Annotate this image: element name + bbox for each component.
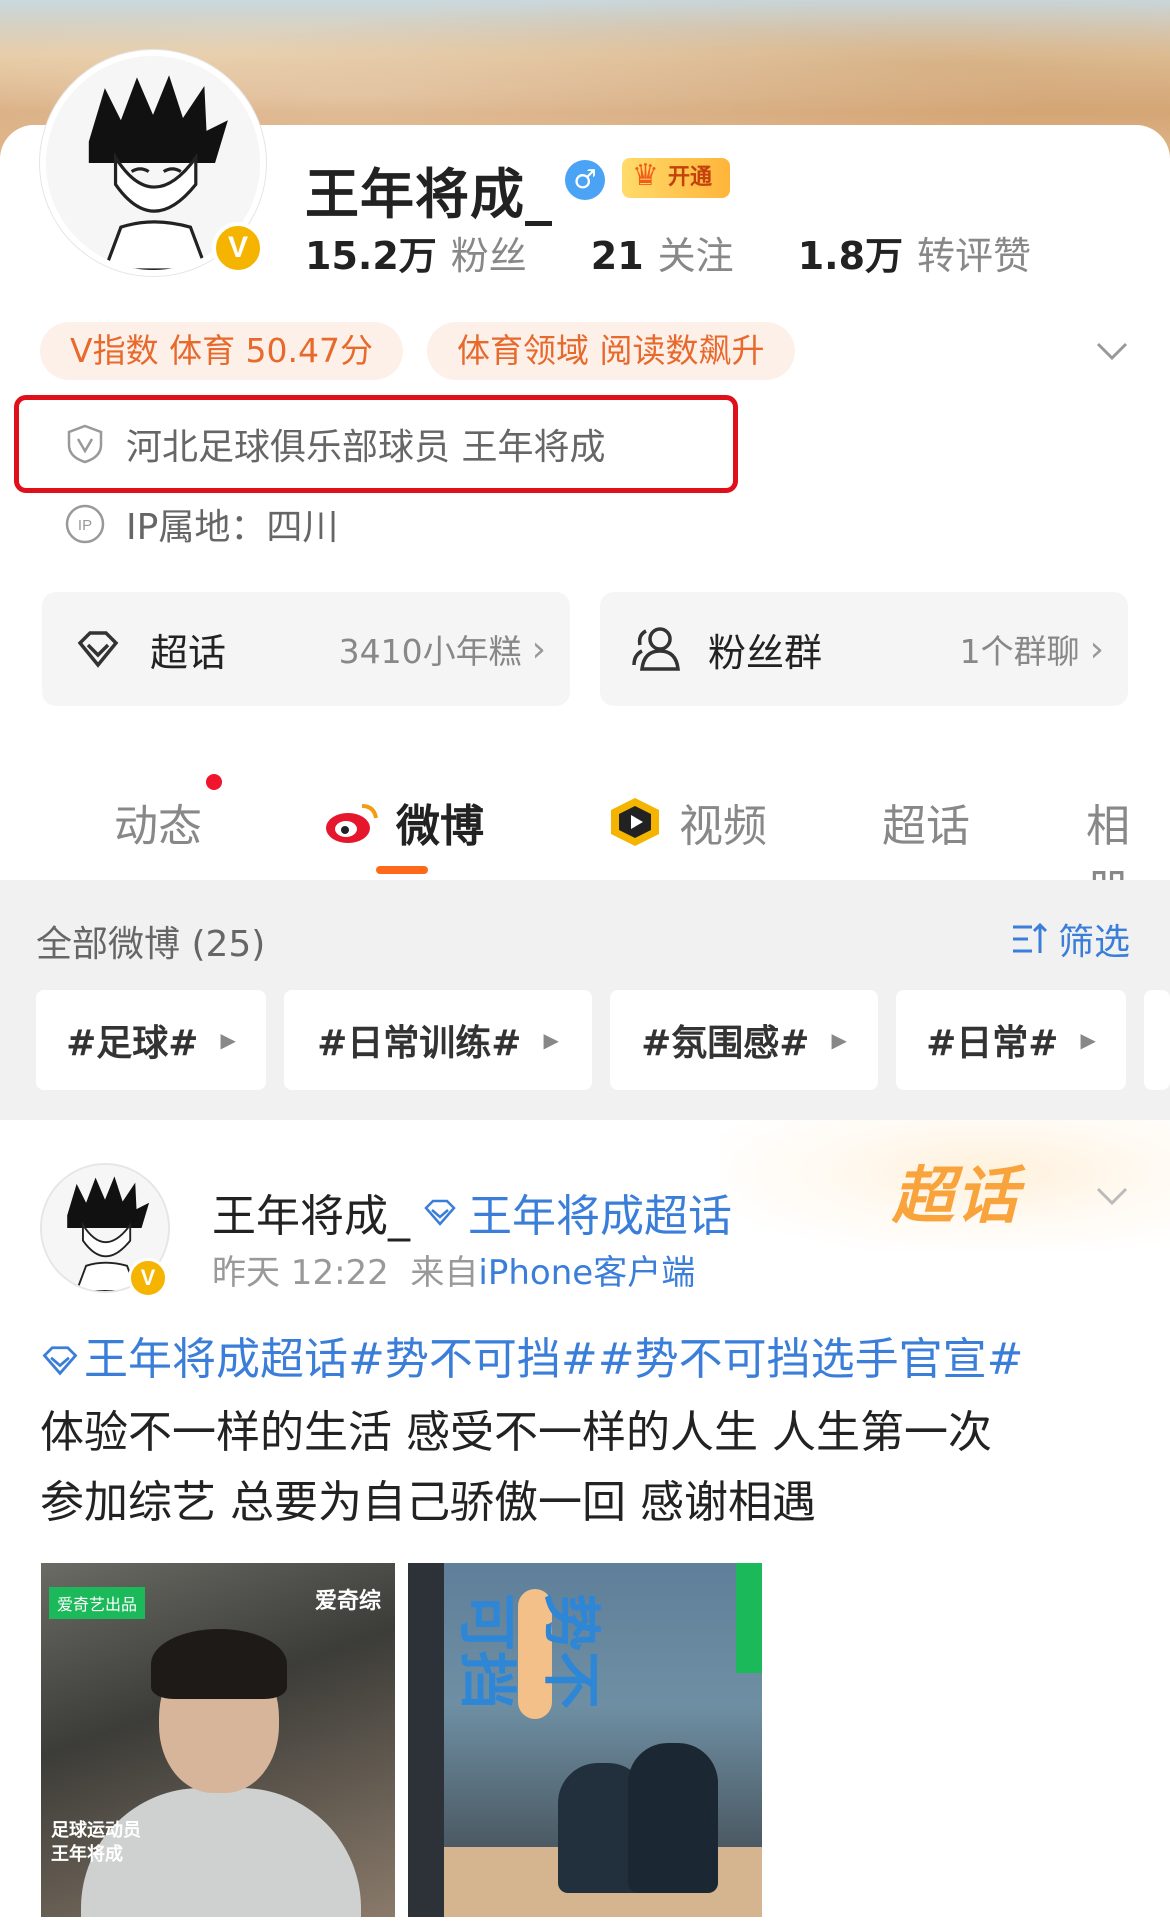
ip-location-text: IP属地：四川 [126,507,339,548]
filter-icon [1013,922,1048,953]
play-triangle-icon: ▶ [831,1028,847,1052]
play-triangle-icon: ▶ [1080,1028,1096,1052]
tab-label: 视频 [679,801,767,852]
stat-following[interactable]: 21 关注 [591,225,734,280]
stat-followers[interactable]: 15.2万 粉丝 [305,225,527,280]
all-posts-count: 全部微博 (25) [36,924,266,965]
profile-name: 王年将成_ [305,163,553,226]
stat-label: 转评赞 [917,234,1032,278]
domain-tag[interactable]: 体育领域 阅读数飙升 [427,322,795,380]
play-triangle-icon: ▶ [543,1028,559,1052]
chevron-right-icon: › [1089,628,1104,670]
tab-video[interactable]: 视频 [605,790,767,854]
image-brand-label: 爱奇艺出品 [49,1587,146,1619]
tab-label: 动态 [114,801,202,852]
poster-figure [628,1743,718,1893]
post-supertopic-link[interactable]: 王年将成超话 [422,1180,732,1244]
supertopic-name: 王年将成超话 [468,1191,732,1242]
poster-side-strip [408,1563,444,1917]
topic-chip[interactable]: #日常# ▶ [896,990,1126,1090]
post-time: 昨天 12:22 [212,1253,389,1293]
tile-title: 超话 [150,630,227,675]
stat-value: 21 [590,234,644,278]
chip-label: #日常训练# [317,1023,522,1064]
verification-row: 河北足球俱乐部球员 王年将成 [64,418,605,470]
tab-feed[interactable]: 动态 [114,790,202,854]
supertopic-tile[interactable]: 超话 3410小年糕 › [42,592,570,706]
post-menu-chevron-down-icon[interactable] [1092,1175,1132,1215]
post-meta: 昨天 12:22 来自iPhone客户端 [212,1245,695,1294]
v-index-tag[interactable]: V指数 体育 50.47分 [40,322,404,380]
group-icon [632,627,680,671]
stat-label: 粉丝 [450,234,527,278]
tab-label: 微博 [396,801,484,852]
filter-label: 筛选 [1058,922,1131,963]
chip-label: #日常# [926,1023,1059,1064]
stat-value: 15.2万 [305,234,437,278]
image-brand-right: 爱奇综 [314,1589,381,1614]
poster-title: 势不可挡 [453,1593,605,1710]
profile-stats: 15.2万 粉丝 21 关注 1.8万 转评赞 [305,225,1095,280]
post-text-line: 参加综艺 总要为自己骄傲一回 感谢相遇 [40,1477,816,1528]
verified-badge-icon: V [212,222,264,274]
tab-weibo[interactable]: 微博 [322,790,484,854]
topic-chip[interactable]: #氛围感# ▶ [610,990,878,1090]
fan-group-tile[interactable]: 粉丝群 1个群聊 › [600,592,1128,706]
post-author-name[interactable]: 王年将成_ [212,1180,410,1244]
topic-chip[interactable] [1144,990,1170,1090]
video-play-icon [611,798,659,846]
ip-location-row: IP IP属地：四川 [64,498,338,550]
chevron-right-icon: › [531,628,546,670]
male-gender-icon: ♂ [565,160,605,200]
filter-button[interactable]: 筛选 [1010,913,1130,965]
topic-chip[interactable]: #日常训练# ▶ [284,990,592,1090]
post-hashtags[interactable]: 王年将成超话#势不可挡##势不可挡选手官宣# [40,1325,1023,1395]
diamond-icon [424,1199,456,1226]
expand-chevron-down-icon[interactable] [1092,330,1132,370]
stat-interactions[interactable]: 1.8万 转评赞 [798,225,1031,280]
topic-chip[interactable]: #足球# ▶ [36,990,266,1090]
shield-icon [67,424,103,464]
chip-label: #足球# [66,1023,199,1064]
svg-text:IP: IP [78,517,92,534]
post-image-player-poster[interactable]: 爱奇艺出品 爱奇综 足球运动员 王年将成 [41,1563,395,1917]
post-source[interactable]: iPhone客户端 [478,1253,695,1293]
post-body: 王年将成超话#势不可挡##势不可挡选手官宣# 体验不一样的生活 感受不一样的人生… [40,1325,1140,1538]
vip-open-button[interactable]: 开通 [622,156,731,198]
post-image-show-poster[interactable]: 势不可挡 [408,1563,762,1917]
tile-sub: 3410小年糕 [338,632,522,671]
verification-text: 河北足球俱乐部球员 王年将成 [126,427,606,468]
verified-badge-icon: V [128,1258,168,1298]
poster-green-tag [736,1563,762,1673]
weibo-logo-icon [326,804,378,843]
play-triangle-icon: ▶ [220,1028,236,1052]
post-text-line: 体验不一样的生活 感受不一样的人生 人生第一次 [40,1407,992,1458]
tile-sub: 1个群聊 [959,632,1080,671]
stat-label: 关注 [657,234,734,278]
tile-title: 粉丝群 [708,630,823,675]
active-tab-indicator [376,866,428,874]
diamond-icon [42,1346,78,1376]
hashtag-text: 王年将成超话#势不可挡##势不可挡选手官宣# [84,1334,1024,1385]
poster-hair [151,1629,287,1699]
tab-supertopic[interactable]: 超话 [882,790,970,854]
post-author-row: 王年将成_ 王年将成超话 [212,1180,732,1244]
post-source-prefix: 来自 [410,1253,479,1293]
chip-label: #氛围感# [641,1023,810,1064]
profile-tags: V指数 体育 50.47分 体育领域 阅读数飙升 [40,322,819,380]
diamond-icon [77,631,119,668]
tab-label: 超话 [882,801,970,852]
image-caption: 足球运动员 王年将成 [51,1820,141,1865]
ip-icon: IP [65,504,105,544]
notification-dot [206,774,222,790]
supertopic-badge: 超话 [892,1159,1021,1232]
stat-value: 1.8万 [797,234,904,278]
